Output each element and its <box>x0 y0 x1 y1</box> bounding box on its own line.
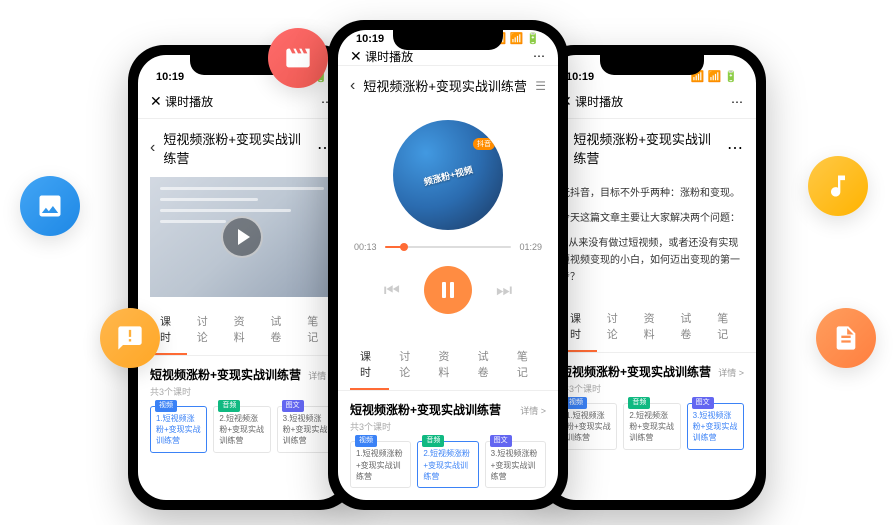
more-icon[interactable]: ⋯ <box>533 49 546 63</box>
header-title: 课时播放 <box>365 50 413 64</box>
header: ✕ 课时播放 ⋯ <box>338 47 558 66</box>
lesson-card[interactable]: 视频1.短视频涨粉+变现实战训练营 <box>560 403 617 450</box>
phone-text: 10:19📶 📶 🔋 ✕ 课时播放⋯ ‹短视频涨粉+变现实战训练营⋯ 玩抖音，目… <box>538 45 766 510</box>
next-button[interactable]: ⏭ <box>496 280 512 301</box>
pause-button[interactable] <box>424 266 472 314</box>
tag-audio: 音频 <box>422 435 444 447</box>
tabs: 课时 讨论 资料 试卷 笔记 <box>138 305 346 356</box>
play-button[interactable] <box>221 216 263 258</box>
time-current: 00:13 <box>354 242 377 252</box>
phone-audio: 10:19📶 📶 🔋 ✕ 课时播放⋯ ‹短视频涨粉+变现实战训练营☰ 抖音频涨粉… <box>328 20 568 510</box>
prev-button[interactable]: ⏮ <box>384 280 400 301</box>
tab-notes[interactable]: 笔记 <box>507 340 546 390</box>
back-icon[interactable]: ‹ <box>150 139 155 157</box>
tabs: 课时 讨论 资料 试卷 笔记 <box>338 340 558 391</box>
course-title: 短视频涨粉+变现实战训练营 <box>573 129 719 167</box>
close-icon[interactable]: ✕ <box>350 48 362 64</box>
tab-discuss[interactable]: 讨论 <box>389 340 428 390</box>
detail-link[interactable]: 详情 > <box>520 404 546 417</box>
tag-video: 视频 <box>355 435 377 447</box>
tag-video: 视频 <box>155 400 177 412</box>
tab-material[interactable]: 资料 <box>224 305 261 355</box>
tab-lessons[interactable]: 课时 <box>350 340 389 390</box>
lesson-card[interactable]: 视频1.短视频涨粉+变现实战训练营 <box>150 406 207 453</box>
tag-video: 视频 <box>565 397 587 409</box>
section-title: 短视频涨粉+变现实战训练营 <box>350 401 501 418</box>
tag-text: 图文 <box>282 400 304 412</box>
document-icon <box>816 308 876 368</box>
phone-video: 10:19📶 📶 🔋 ✕ 课时播放⋯ ‹短视频涨粉+变现实战训练营⋯ 课时 讨论… <box>128 45 356 510</box>
tab-exam[interactable]: 试卷 <box>670 302 707 352</box>
music-icon <box>808 156 868 216</box>
tag-audio: 音频 <box>628 397 650 409</box>
tag-text: 图文 <box>692 397 714 409</box>
tab-exam[interactable]: 试卷 <box>260 305 297 355</box>
list-icon[interactable]: ☰ <box>535 79 546 93</box>
section-title: 短视频涨粉+变现实战训练营 <box>150 366 301 383</box>
chat-icon <box>100 308 160 368</box>
more-icon[interactable]: ⋯ <box>727 138 744 158</box>
tab-material[interactable]: 资料 <box>634 302 671 352</box>
course-title: 短视频涨粉+变现实战训练营 <box>363 76 527 95</box>
tab-exam[interactable]: 试卷 <box>468 340 507 390</box>
lesson-card[interactable]: 音频2.短视频涨粉+变现实战训练营 <box>213 406 270 453</box>
tab-discuss[interactable]: 讨论 <box>187 305 224 355</box>
course-title: 短视频涨粉+变现实战训练营 <box>163 129 309 167</box>
video-icon <box>268 28 328 88</box>
lesson-card[interactable]: 音频2.短视频涨粉+变现实战训练营 <box>623 403 680 450</box>
album-art: 抖音频涨粉+视频 <box>393 120 503 230</box>
lesson-card[interactable]: 图文3.短视频涨粉+变现实战训练营 <box>277 406 334 453</box>
image-icon <box>20 176 80 236</box>
header-title: 课时播放 <box>575 95 623 109</box>
tag-audio: 音频 <box>218 400 240 412</box>
tabs: 课时 讨论 资料 试卷 笔记 <box>548 302 756 353</box>
time-total: 01:29 <box>519 242 542 252</box>
more-icon[interactable]: ⋯ <box>731 95 744 109</box>
header: ✕ 课时播放⋯ <box>138 85 346 119</box>
tab-discuss[interactable]: 讨论 <box>597 302 634 352</box>
section-title: 短视频涨粉+变现实战训练营 <box>560 363 711 380</box>
lesson-card[interactable]: 视频1.短视频涨粉+变现实战训练营 <box>350 441 411 488</box>
lesson-card[interactable]: 图文3.短视频涨粉+变现实战训练营 <box>485 441 546 488</box>
lesson-card[interactable]: 图文3.短视频涨粉+变现实战训练营 <box>687 403 744 450</box>
tab-notes[interactable]: 笔记 <box>707 302 744 352</box>
article-content: 玩抖音，目标不外乎两种：涨粉和变现。 今天这篇文章主要让大家解决两个问题： 1.… <box>548 177 756 302</box>
detail-link[interactable]: 详情 > <box>718 366 744 379</box>
header-title: 课时播放 <box>165 95 213 109</box>
tag-text: 图文 <box>490 435 512 447</box>
header: ✕ 课时播放⋯ <box>548 85 756 119</box>
close-icon[interactable]: ✕ <box>150 93 162 109</box>
audio-progress[interactable]: 00:13 01:29 <box>338 230 558 258</box>
video-player[interactable] <box>150 177 334 297</box>
lesson-card[interactable]: 音频2.短视频涨粉+变现实战训练营 <box>417 441 478 488</box>
back-icon[interactable]: ‹ <box>350 77 355 95</box>
tab-material[interactable]: 资料 <box>428 340 467 390</box>
